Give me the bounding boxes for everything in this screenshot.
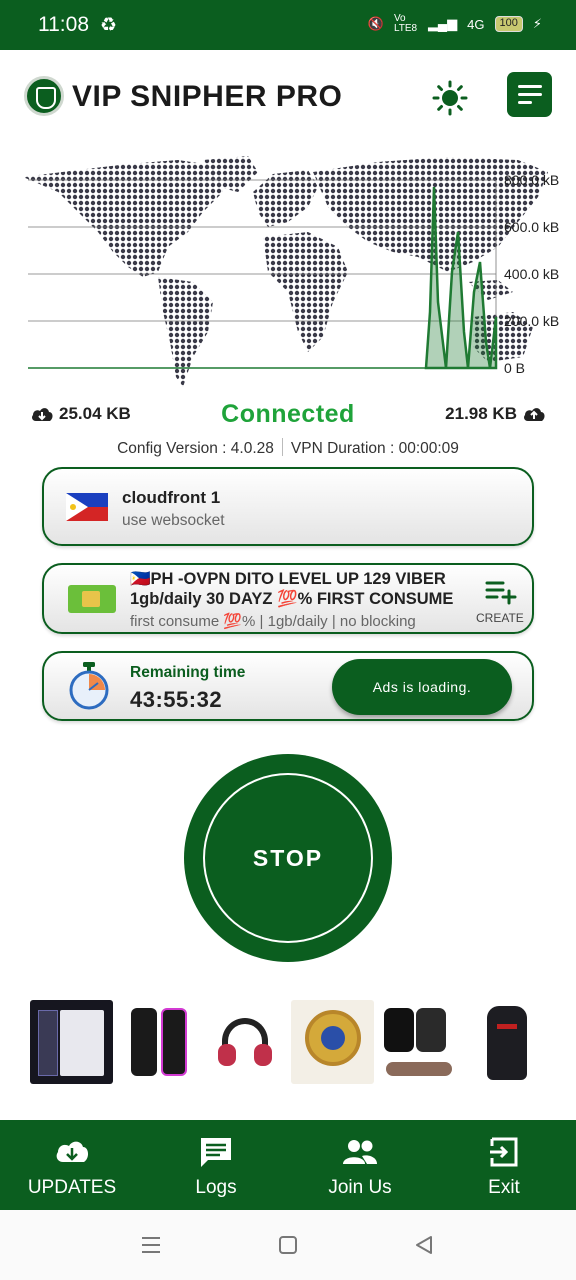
nav-join-us-label: Join Us xyxy=(328,1177,392,1198)
upload-stat: 21.98 KB xyxy=(445,404,546,424)
nav-join-us[interactable]: Join Us xyxy=(288,1120,432,1210)
people-icon xyxy=(343,1140,377,1164)
ad-smart-watches[interactable] xyxy=(378,1000,461,1084)
ad-banner-strip[interactable] xyxy=(30,1000,550,1084)
shield-logo-icon xyxy=(24,76,64,116)
philippines-flag-icon xyxy=(66,493,108,521)
ad-party-speaker[interactable] xyxy=(117,1000,200,1084)
cloud-upload-icon xyxy=(524,408,545,421)
nav-exit[interactable]: Exit xyxy=(432,1120,576,1210)
ad-power-bank[interactable] xyxy=(30,1000,113,1084)
ad-backpack[interactable] xyxy=(465,1000,548,1084)
y-tick-0: 0 B xyxy=(504,360,525,376)
nav-logs[interactable]: Logs xyxy=(144,1120,288,1210)
config-meta: Config Version : 4.0.28 VPN Duration : 00… xyxy=(0,438,576,458)
ads-button[interactable]: Ads is loading. xyxy=(332,659,512,715)
config-version: Config Version : 4.0.28 xyxy=(117,440,274,457)
exit-icon xyxy=(490,1137,518,1167)
status-bar: 11:08 ♻ 🔇 Vo LTE8 ▂▄▆ 4G 100 ⚡ xyxy=(0,0,576,50)
battery-icon: 100 xyxy=(494,16,523,32)
sim-card-icon xyxy=(68,585,116,613)
nav-logs-label: Logs xyxy=(195,1177,237,1198)
sync-icon: ♻ xyxy=(100,15,118,36)
nav-exit-label: Exit xyxy=(488,1177,520,1198)
recent-apps-icon[interactable] xyxy=(140,1235,162,1255)
server-name: cloudfront 1 xyxy=(122,488,221,507)
traffic-graph: 800.0 kB 600.0 kB 400.0 kB 200.0 kB 0 B xyxy=(23,156,559,387)
server-selector[interactable]: cloudfront 1 use websocket xyxy=(42,467,534,546)
charging-icon: ⚡ xyxy=(532,16,542,31)
playlist-add-icon[interactable] xyxy=(485,579,517,605)
stop-button[interactable]: STOP xyxy=(184,754,392,962)
home-icon[interactable] xyxy=(278,1235,298,1255)
sun-icon[interactable] xyxy=(432,80,468,116)
vpn-duration: VPN Duration : 00:00:09 xyxy=(290,440,459,457)
mute-vibrate-icon: 🔇 xyxy=(367,16,384,31)
signal-icon: ▂▄▆ xyxy=(427,16,458,31)
y-tick-200: 200.0 kB xyxy=(504,313,559,329)
remaining-time-card: Remaining time 43:55:32 Ads is loading. xyxy=(42,651,534,721)
y-tick-600: 600.0 kB xyxy=(504,219,559,235)
server-subtitle: use websocket xyxy=(122,512,225,529)
remaining-time-value: 43:55:32 xyxy=(130,687,223,712)
signal-type: 4G xyxy=(467,16,485,32)
create-button-label[interactable]: CREATE xyxy=(476,611,524,625)
ad-gold-watch[interactable] xyxy=(291,1000,374,1084)
back-icon[interactable] xyxy=(414,1235,434,1255)
message-icon xyxy=(201,1138,231,1167)
config-selector[interactable]: 🇵🇭PH -OVPN DITO LEVEL UP 129 VIBER 1gb/d… xyxy=(42,563,534,634)
app-header: VIP SNIPHER PRO xyxy=(0,50,576,150)
config-subtitle: first consume 💯% | 1gb/daily | no blocki… xyxy=(130,613,416,630)
menu-lines-icon xyxy=(518,85,542,88)
nav-updates[interactable]: UPDATES xyxy=(0,1120,144,1210)
menu-button[interactable] xyxy=(507,72,552,117)
config-title: 🇵🇭PH -OVPN DITO LEVEL UP 129 VIBER 1gb/d… xyxy=(130,570,454,608)
y-tick-800: 800.0 kB xyxy=(504,172,559,188)
status-time: 11:08 xyxy=(38,13,89,36)
bottom-navigation: UPDATES Logs Join Us Exit xyxy=(0,1120,576,1210)
network-label: Vo LTE8 xyxy=(393,13,418,34)
stopwatch-icon xyxy=(69,662,109,710)
nav-updates-label: UPDATES xyxy=(27,1177,117,1198)
app-title: VIP SNIPHER PRO xyxy=(72,80,343,113)
remaining-time-label: Remaining time xyxy=(130,664,246,681)
upload-value: 21.98 KB xyxy=(445,404,517,423)
status-icons: 🔇 Vo LTE8 ▂▄▆ 4G 100 ⚡ xyxy=(368,14,542,34)
y-tick-400: 400.0 kB xyxy=(504,266,559,282)
cloud-download-icon xyxy=(56,1141,89,1162)
stop-button-label: STOP xyxy=(252,845,324,871)
speed-stats: 25.04 KB Connected 21.98 KB xyxy=(0,400,576,432)
system-navigation xyxy=(0,1210,576,1280)
ad-headphones[interactable] xyxy=(204,1000,287,1084)
